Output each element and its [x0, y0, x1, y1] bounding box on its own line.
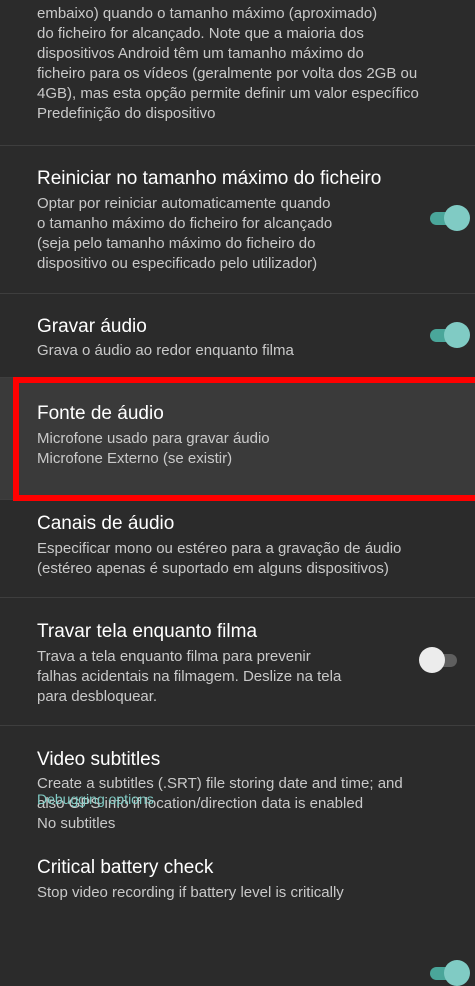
pref-lock-screen-summary: Trava a tela enquanto filma para preveni…: [37, 648, 342, 705]
pref-record-audio-title: Gravar áudio: [37, 316, 147, 337]
pref-restart-max-size[interactable]: Reiniciar no tamanho máximo do ficheiro …: [0, 146, 475, 294]
pref-max-file-size-value: Predefinição do dispositivo: [37, 105, 216, 122]
pref-max-file-size[interactable]: embaixo) quando o tamanho máximo (aproxi…: [0, 0, 475, 146]
pref-lock-screen-title: Travar tela enquanto filma: [37, 621, 258, 642]
pref-critical-battery-check[interactable]: Critical battery check Stop video record…: [0, 820, 475, 986]
pref-restart-max-size-title: Reiniciar no tamanho máximo do ficheiro: [37, 168, 382, 189]
switch-thumb: [444, 322, 470, 348]
pref-audio-source-title: Fonte de áudio: [37, 403, 164, 424]
pref-lock-screen[interactable]: Travar tela enquanto filma Trava a tela …: [0, 598, 475, 726]
lock-screen-switch[interactable]: [419, 647, 461, 673]
pref-audio-channels[interactable]: Canais de áudio Especificar mono ou esté…: [0, 500, 475, 598]
pref-audio-channels-title: Canais de áudio: [37, 513, 175, 534]
restart-max-size-switch[interactable]: [428, 205, 470, 231]
record-audio-switch[interactable]: [428, 322, 470, 348]
pref-audio-source[interactable]: Fonte de áudio Microfone usado para grav…: [0, 378, 475, 500]
pref-record-audio-summary: Grava o áudio ao redor enquanto filma: [37, 342, 294, 359]
pref-critical-battery-check-title: Critical battery check: [37, 857, 214, 878]
settings-screen: embaixo) quando o tamanho máximo (aproxi…: [0, 0, 475, 986]
pref-restart-max-size-summary: Optar por reiniciar automaticamente quan…: [37, 195, 333, 272]
switch-thumb: [419, 647, 445, 673]
switch-thumb: [444, 205, 470, 231]
category-debugging-options: Debugging options: [37, 791, 154, 807]
pref-max-file-size-summary: embaixo) quando o tamanho máximo (aproxi…: [37, 5, 419, 102]
pref-audio-source-summary: Microfone usado para gravar áudio: [37, 430, 270, 447]
pref-audio-source-value: Microfone Externo (se existir): [37, 450, 233, 467]
critical-battery-check-switch[interactable]: [428, 960, 470, 986]
pref-audio-channels-summary: Especificar mono ou estéreo para a grava…: [37, 540, 402, 577]
pref-record-audio[interactable]: Gravar áudio Grava o áudio ao redor enqu…: [0, 294, 475, 378]
pref-video-subtitles-title: Video subtitles: [37, 749, 161, 770]
pref-critical-battery-check-summary: Stop video recording if battery level is…: [37, 884, 344, 901]
switch-thumb: [444, 960, 470, 986]
